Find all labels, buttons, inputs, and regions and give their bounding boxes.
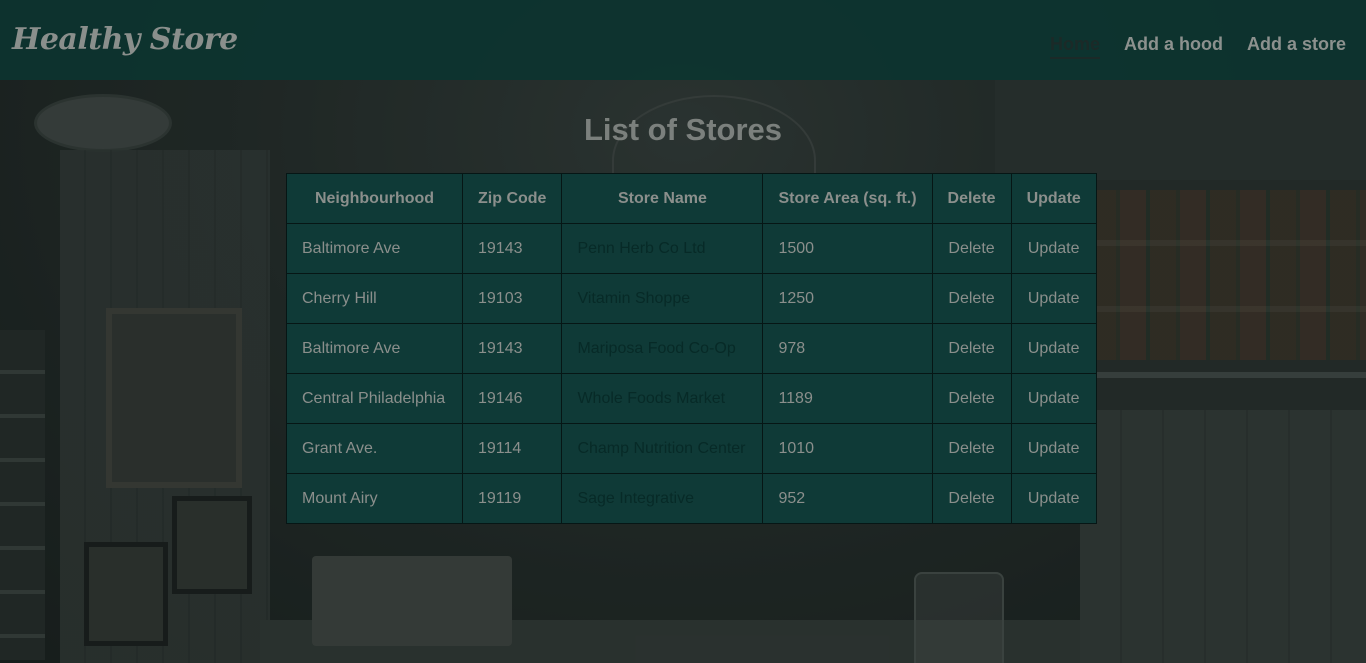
cell-neighbourhood: Baltimore Ave (286, 223, 463, 274)
cell-store-area: 1250 (762, 273, 933, 324)
cell-neighbourhood: Grant Ave. (286, 423, 463, 474)
update-link[interactable]: Update (1028, 390, 1080, 407)
cell-store-name: Vitamin Shoppe (561, 273, 764, 324)
update-link[interactable]: Update (1028, 490, 1080, 507)
table-row: Baltimore Ave 19143 Mariposa Food Co-Op … (286, 323, 1097, 374)
update-link[interactable]: Update (1028, 240, 1080, 257)
cell-zip-code: 19114 (461, 423, 563, 474)
column-header-zip-code: Zip Code (461, 173, 563, 224)
cell-store-name: Penn Herb Co Ltd (561, 223, 764, 274)
delete-link[interactable]: Delete (948, 290, 994, 307)
column-header-neighbourhood: Neighbourhood (286, 173, 463, 224)
cell-store-area: 1500 (762, 223, 933, 274)
cell-zip-code: 19119 (461, 473, 563, 524)
table-row: Baltimore Ave 19143 Penn Herb Co Ltd 150… (286, 223, 1097, 274)
column-header-update: Update (1010, 173, 1097, 224)
cell-zip-code: 19143 (461, 323, 563, 374)
cell-store-area: 1189 (762, 373, 933, 424)
cell-zip-code: 19143 (461, 223, 563, 274)
cell-store-name: Whole Foods Market (561, 373, 764, 424)
table-row: Cherry Hill 19103 Vitamin Shoppe 1250 De… (286, 273, 1097, 324)
column-header-store-area: Store Area (sq. ft.) (762, 173, 933, 224)
update-link[interactable]: Update (1028, 440, 1080, 457)
update-link[interactable]: Update (1028, 340, 1080, 357)
navbar: Healthy Store Home Add a hood Add a stor… (0, 0, 1366, 80)
table-row: Central Philadelphia 19146 Whole Foods M… (286, 373, 1097, 424)
update-link[interactable]: Update (1028, 290, 1080, 307)
page-title: List of Stores (583, 112, 783, 147)
delete-link[interactable]: Delete (948, 390, 994, 407)
column-header-delete: Delete (931, 173, 1012, 224)
cell-store-area: 952 (762, 473, 933, 524)
delete-link[interactable]: Delete (948, 440, 994, 457)
cell-neighbourhood: Mount Airy (286, 473, 463, 524)
cell-store-area: 1010 (762, 423, 933, 474)
cell-neighbourhood: Baltimore Ave (286, 323, 463, 374)
cell-store-name: Sage Integrative (561, 473, 764, 524)
cell-store-name: Mariposa Food Co-Op (561, 323, 764, 374)
table-row: Grant Ave. 19114 Champ Nutrition Center … (286, 423, 1097, 474)
table-row: Mount Airy 19119 Sage Integrative 952 De… (286, 473, 1097, 524)
delete-link[interactable]: Delete (948, 490, 994, 507)
table-header-row: Neighbourhood Zip Code Store Name Store … (286, 173, 1097, 224)
cell-zip-code: 19146 (461, 373, 563, 424)
cell-store-area: 978 (762, 323, 933, 374)
delete-link[interactable]: Delete (948, 340, 994, 357)
nav-home-link[interactable]: Home (1049, 34, 1100, 59)
cell-neighbourhood: Cherry Hill (286, 273, 463, 324)
nav-menu: Home Add a hood Add a store (1049, 34, 1346, 59)
delete-link[interactable]: Delete (948, 240, 994, 257)
cell-neighbourhood: Central Philadelphia (286, 373, 463, 424)
nav-add-hood-link[interactable]: Add a hood (1124, 34, 1223, 59)
brand-logo[interactable]: Healthy Store (12, 22, 238, 57)
nav-add-store-link[interactable]: Add a store (1247, 34, 1346, 59)
cell-store-name: Champ Nutrition Center (561, 423, 764, 474)
cell-zip-code: 19103 (461, 273, 563, 324)
stores-table: Neighbourhood Zip Code Store Name Store … (286, 173, 1097, 524)
column-header-store-name: Store Name (561, 173, 764, 224)
